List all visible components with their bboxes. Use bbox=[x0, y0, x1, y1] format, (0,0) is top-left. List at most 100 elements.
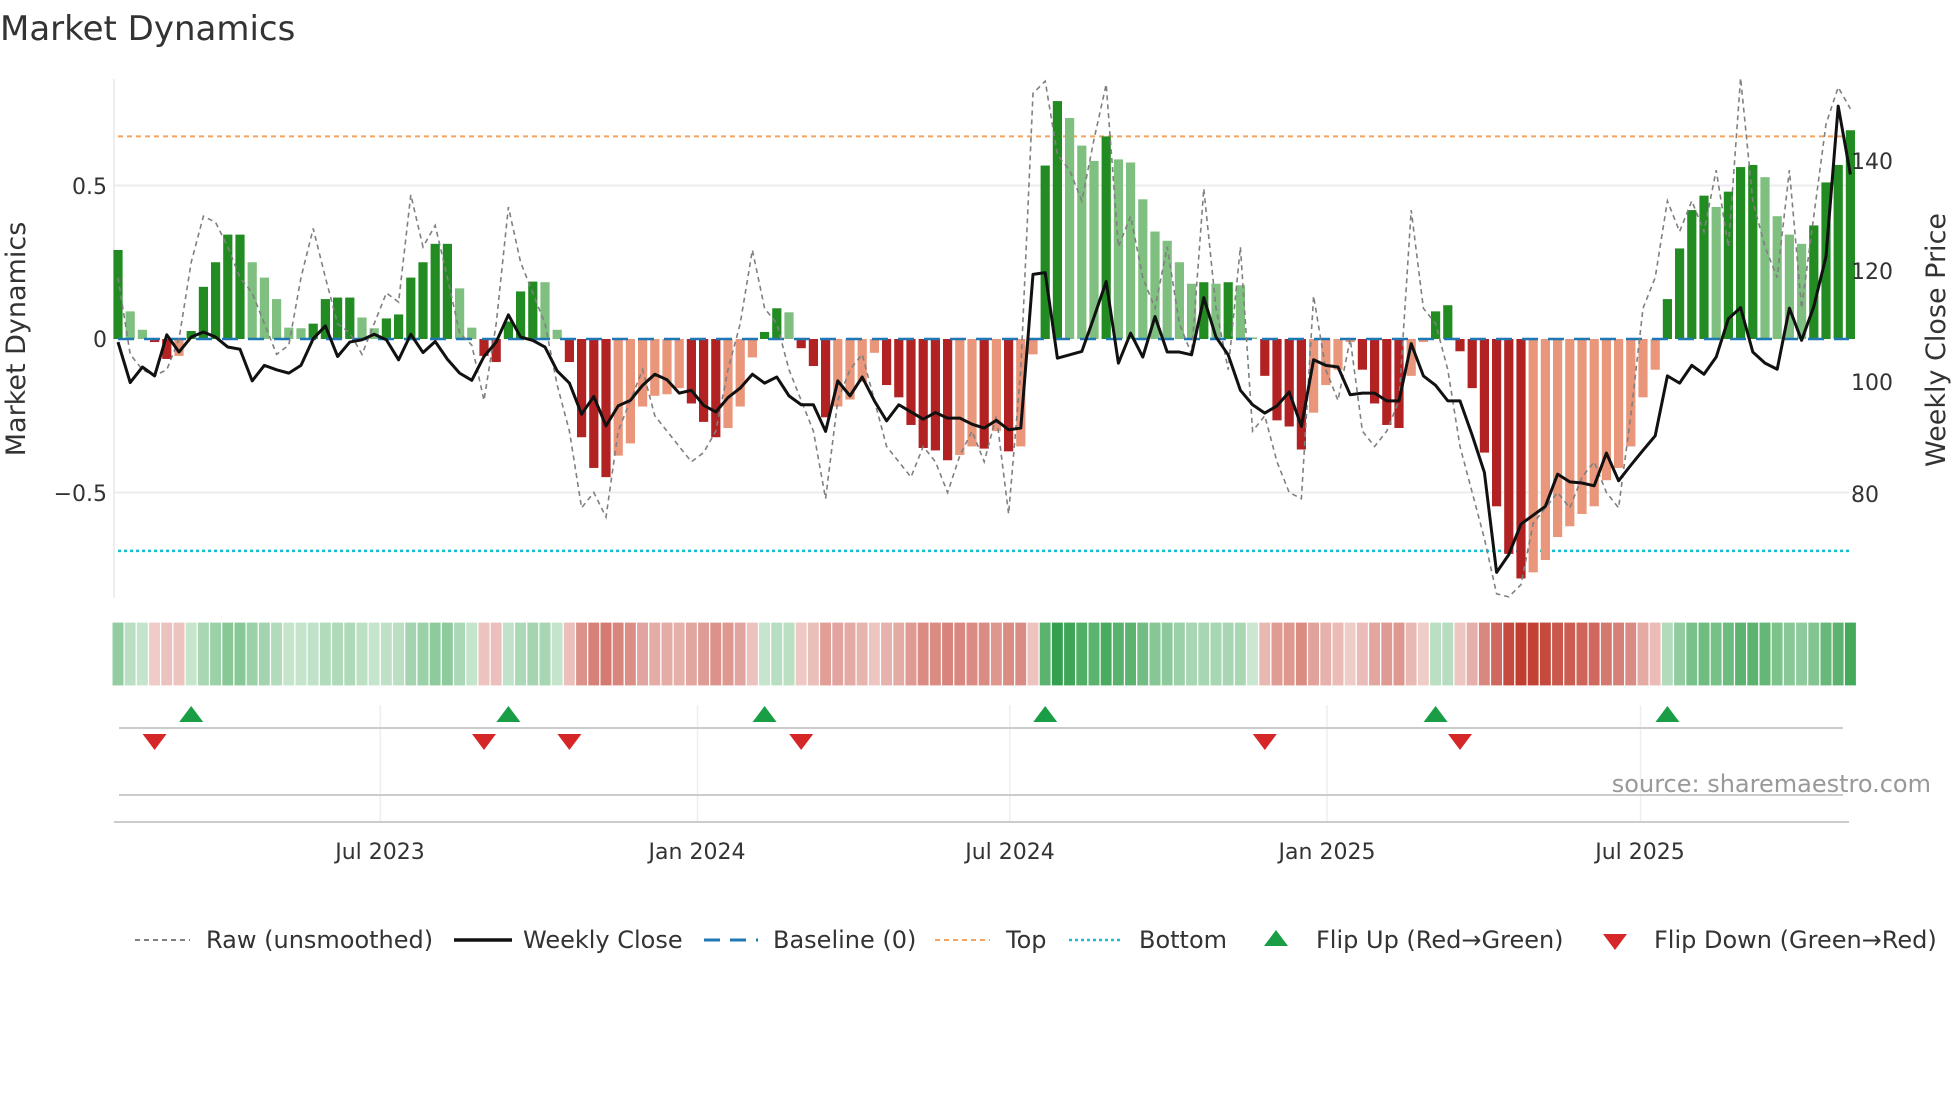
bar bbox=[1699, 195, 1709, 339]
lines bbox=[116, 77, 1852, 598]
y-axis-title: Market Dynamics bbox=[1, 222, 32, 457]
heat-cell bbox=[1123, 621, 1138, 687]
heat-cell bbox=[831, 621, 845, 687]
market-dynamics-chart: Market Dynamics 0.5 0 −0.5 140 120 100 8… bbox=[0, 9, 1952, 954]
heat-cell bbox=[1014, 621, 1028, 687]
bar bbox=[821, 339, 831, 418]
heat-cell bbox=[611, 621, 625, 687]
heat-cell bbox=[782, 621, 796, 687]
bar bbox=[564, 339, 574, 363]
heat-cell bbox=[1221, 621, 1235, 687]
heat-cell bbox=[1209, 621, 1223, 687]
bar bbox=[1284, 339, 1294, 427]
bar bbox=[1748, 164, 1758, 339]
bar bbox=[235, 234, 245, 339]
bar bbox=[1223, 282, 1233, 339]
heat-cell bbox=[1148, 621, 1162, 687]
heat-cell bbox=[1001, 621, 1016, 687]
bar bbox=[1040, 165, 1050, 339]
heat-cell bbox=[550, 621, 564, 687]
heat-cell bbox=[1367, 621, 1382, 687]
bar bbox=[1113, 159, 1123, 339]
y-ticks-right: 140 120 100 80 bbox=[1851, 150, 1893, 508]
heat-cell bbox=[757, 621, 772, 687]
heat-cell bbox=[1245, 621, 1260, 687]
flip-down-marker bbox=[472, 734, 496, 750]
heat-cell bbox=[221, 621, 235, 687]
heat-cell bbox=[477, 621, 491, 687]
heat-cell bbox=[404, 621, 418, 687]
x-grid bbox=[379, 705, 1642, 822]
heat-cell bbox=[1611, 621, 1626, 687]
heat-cell bbox=[904, 621, 918, 687]
bar bbox=[1077, 145, 1087, 339]
x-tick-label: Jul 2023 bbox=[333, 840, 425, 865]
heat-cell bbox=[1697, 621, 1711, 687]
heat-cell bbox=[208, 621, 223, 687]
heat-cell bbox=[1038, 621, 1052, 687]
bar bbox=[1540, 339, 1550, 561]
bar bbox=[113, 249, 123, 339]
heat-cell bbox=[1538, 621, 1553, 687]
legend-flip-down-icon bbox=[1603, 934, 1627, 950]
heat-cell bbox=[1441, 621, 1455, 687]
bar bbox=[1553, 339, 1563, 538]
heat-cell bbox=[953, 621, 967, 687]
heat-cell bbox=[1794, 621, 1809, 687]
flip-up-marker bbox=[752, 706, 777, 722]
flip-up-marker bbox=[496, 706, 521, 722]
bar bbox=[381, 318, 391, 339]
heat-cell bbox=[770, 621, 784, 687]
bar bbox=[577, 339, 587, 438]
heat-cell bbox=[1355, 621, 1370, 687]
bar bbox=[662, 339, 672, 395]
legend-baseline-label: Baseline (0) bbox=[773, 926, 916, 954]
heat-cell bbox=[1782, 621, 1797, 687]
heat-cell bbox=[1062, 621, 1077, 687]
heat-cell bbox=[1587, 621, 1601, 687]
heat-cell bbox=[1465, 621, 1479, 687]
heat-cell bbox=[745, 621, 760, 687]
chart-title: Market Dynamics bbox=[0, 9, 295, 49]
bar bbox=[1797, 243, 1807, 339]
heat-cell bbox=[1514, 621, 1528, 687]
heat-cell bbox=[928, 621, 943, 687]
bar bbox=[869, 339, 879, 353]
bar bbox=[930, 339, 940, 451]
flip-down-marker bbox=[1252, 734, 1277, 750]
y-tick-label: −0.5 bbox=[54, 482, 107, 507]
heat-cell bbox=[318, 621, 333, 687]
bar bbox=[1833, 164, 1843, 339]
bar bbox=[394, 314, 404, 339]
heat-cell bbox=[111, 621, 125, 687]
heat-cell bbox=[184, 621, 198, 687]
heat-cell bbox=[1807, 621, 1821, 687]
heat-cell bbox=[1599, 621, 1614, 687]
heat-cell bbox=[1758, 621, 1772, 687]
heat-cell bbox=[623, 621, 638, 687]
legend: Raw (unsmoothed) Weekly Close Baseline (… bbox=[135, 926, 1937, 954]
flip-up-marker bbox=[1423, 706, 1448, 722]
heat-cell bbox=[1685, 621, 1699, 687]
heat-cell bbox=[489, 621, 503, 687]
heat-cell bbox=[501, 621, 516, 687]
bar bbox=[1687, 210, 1697, 339]
bar bbox=[601, 339, 611, 478]
bar bbox=[211, 262, 221, 339]
legend-close-label: Weekly Close bbox=[523, 926, 683, 954]
bar bbox=[552, 329, 562, 339]
heat-cell bbox=[1660, 621, 1675, 687]
bar bbox=[247, 262, 257, 339]
heat-strip bbox=[111, 621, 1858, 687]
heat-cell bbox=[1306, 621, 1321, 687]
heat-cell bbox=[794, 621, 808, 687]
heat-cell bbox=[233, 621, 247, 687]
heat-cell bbox=[1392, 621, 1406, 687]
heat-cell bbox=[660, 621, 674, 687]
heat-cell bbox=[1526, 621, 1540, 687]
heat-cell bbox=[526, 621, 540, 687]
heat-cell bbox=[1416, 621, 1431, 687]
heat-cell bbox=[428, 621, 442, 687]
legend-flip-up-label: Flip Up (Red→Green) bbox=[1316, 926, 1564, 954]
bar bbox=[796, 339, 806, 349]
